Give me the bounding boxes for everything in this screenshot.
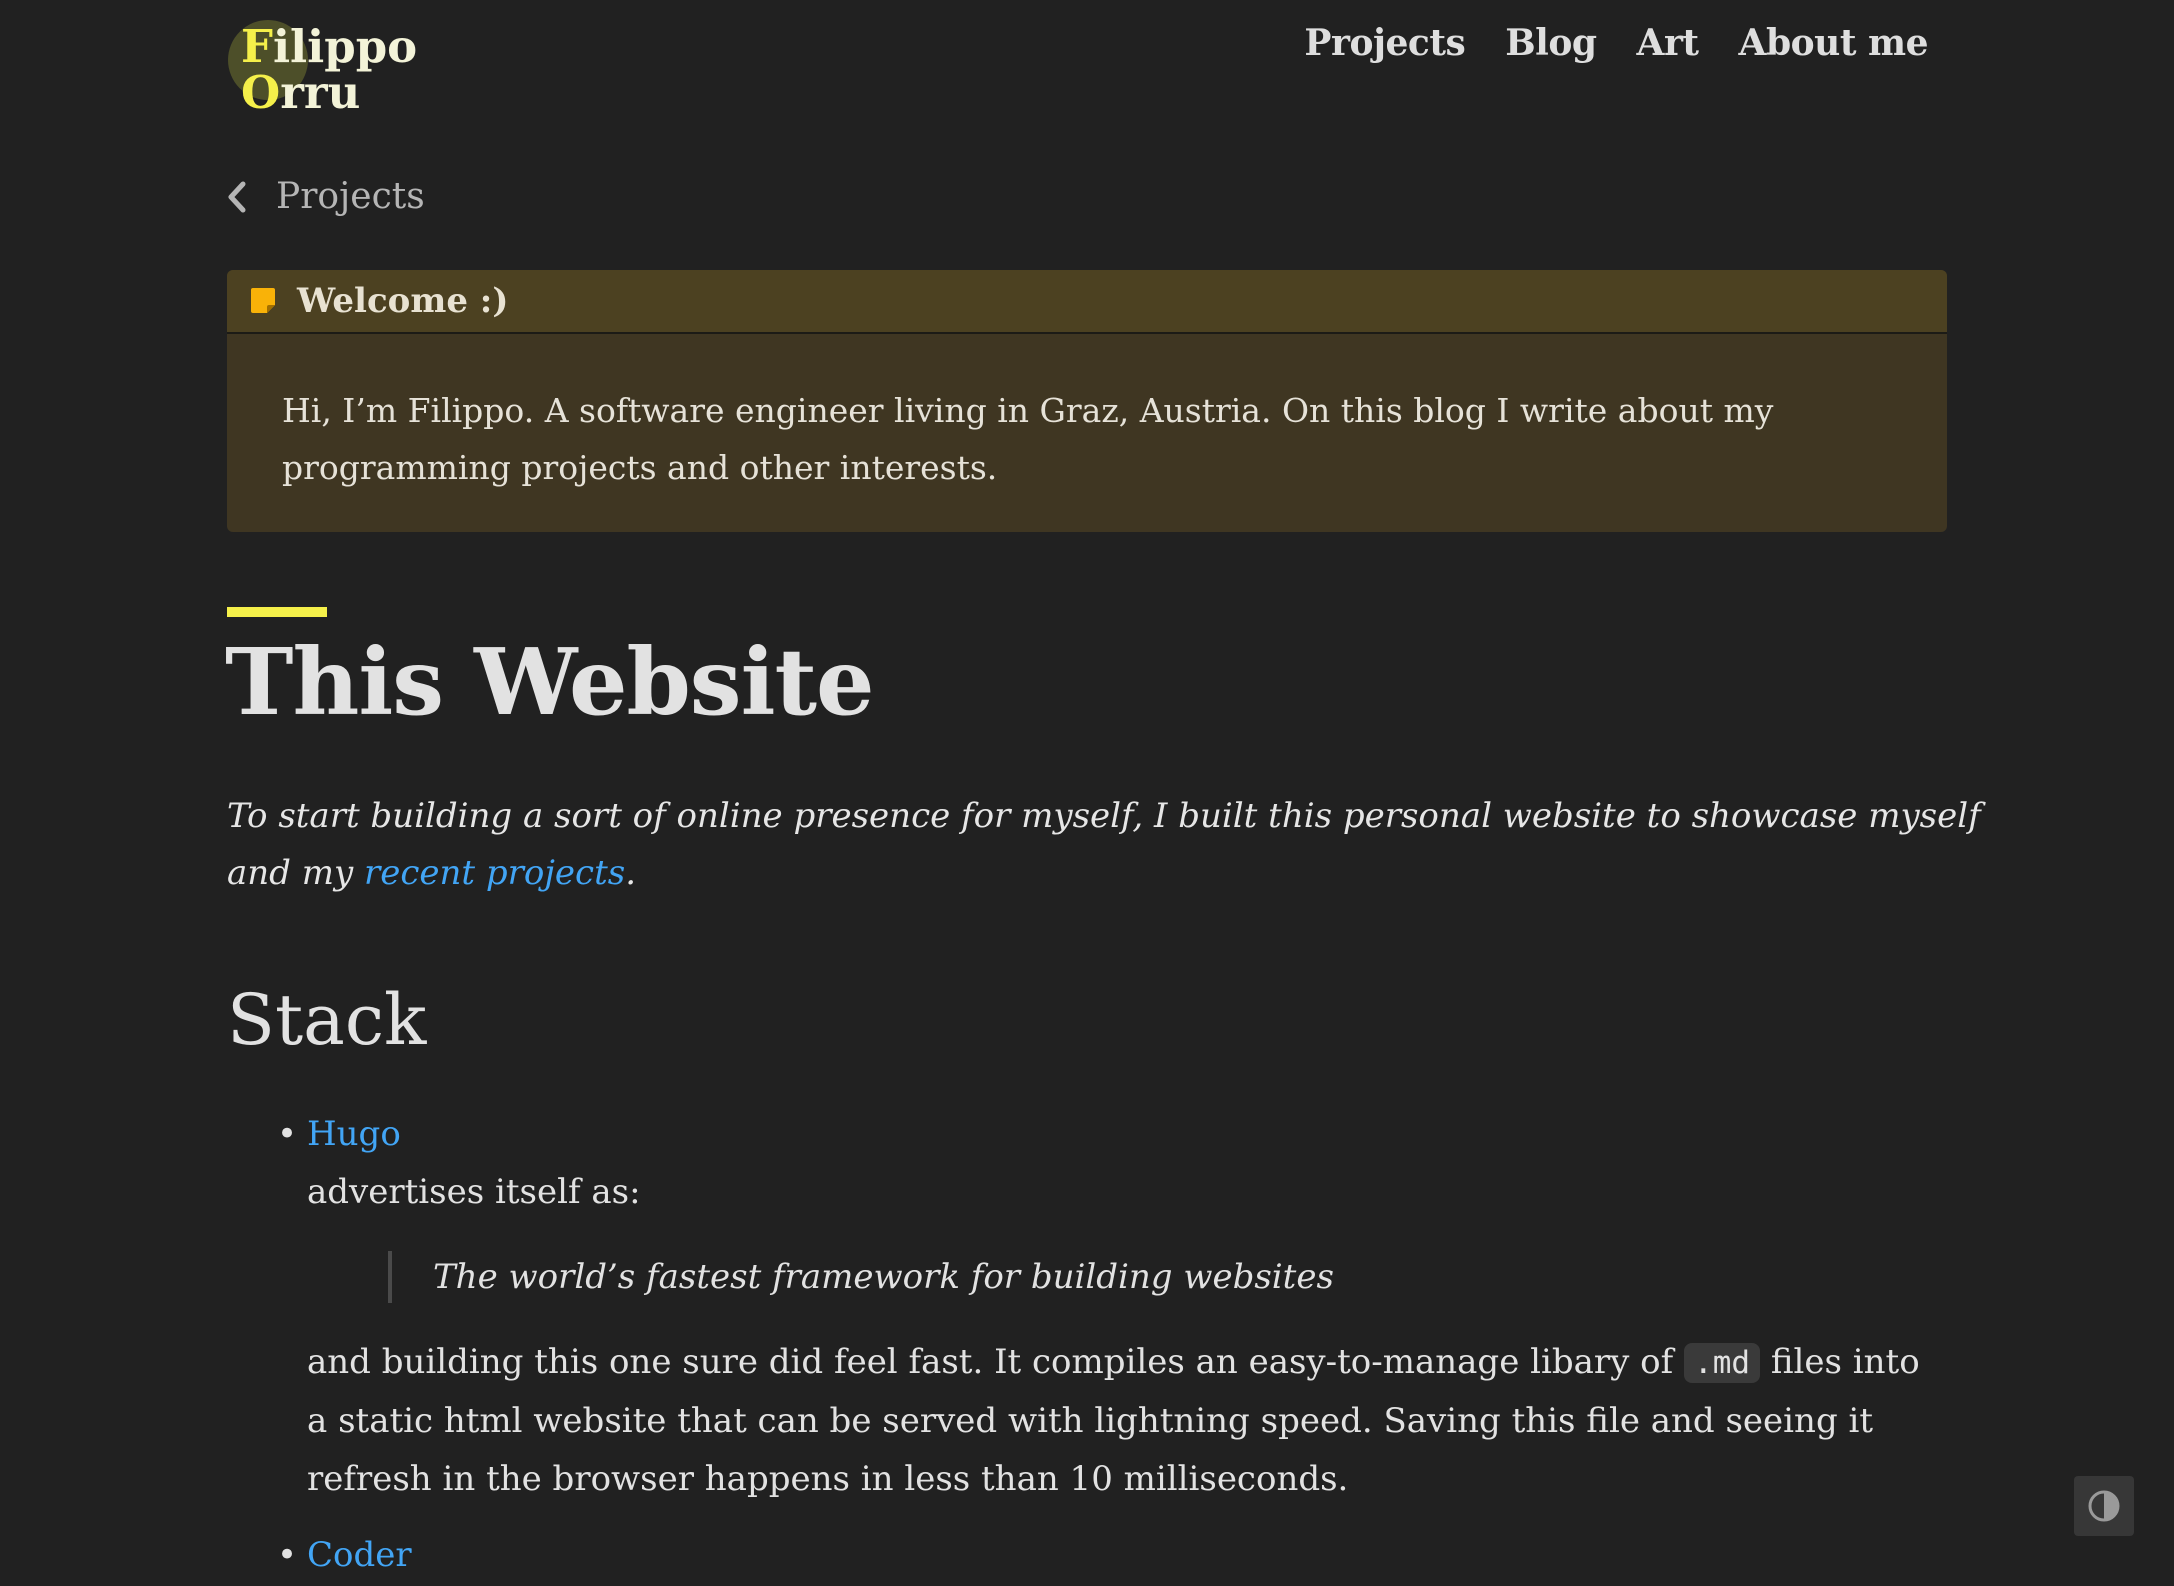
callout-title: Welcome :) [297,281,509,321]
nav-projects[interactable]: Projects [1304,22,1465,64]
welcome-callout: Welcome :) Hi, I’m Filippo. A software e… [227,270,1947,532]
back-label: Projects [276,176,425,217]
title-accent-bar [227,607,327,617]
intro-end: . [625,853,637,893]
page: Filippo Orru Projects Blog Art About me … [0,0,2174,1586]
list-item: • Hugo advertises itself as: The world’s… [227,1105,1947,1508]
recent-projects-link[interactable]: recent projects [364,853,625,893]
nav-about-me[interactable]: About me [1739,22,1929,64]
contrast-icon [2088,1490,2120,1522]
back-to-projects-link[interactable]: Projects [226,176,425,217]
theme-toggle-button[interactable] [2074,1476,2134,1536]
coder-link[interactable]: Coder [307,1535,412,1575]
hugo-link[interactable]: Hugo [307,1114,401,1154]
sticky-note-icon [251,288,275,313]
bullet: • [277,1114,298,1154]
callout-header: Welcome :) [227,270,1947,334]
main-nav: Projects Blog Art About me [1304,22,1928,64]
page-title: This Website [225,628,875,736]
logo-text: Filippo Orru [241,20,418,119]
callout-body: Hi, I’m Filippo. A software engineer liv… [282,391,1774,487]
hugo-text-before-code: and building this one sure did feel fast… [307,1342,1685,1382]
hugo-intro-text: advertises itself as: [307,1172,641,1212]
section-heading-stack: Stack [227,979,427,1061]
intro-paragraph: To start building a sort of online prese… [227,788,1987,902]
blockquote: The world’s fastest framework for buildi… [388,1251,1947,1303]
list-item: • Coder [227,1526,1947,1584]
nav-art[interactable]: Art [1637,22,1700,64]
site-logo[interactable]: Filippo Orru [228,20,428,130]
stack-list: • Hugo advertises itself as: The world’s… [227,1105,1947,1584]
nav-blog[interactable]: Blog [1505,22,1597,64]
bullet: • [277,1535,298,1575]
inline-code: .md [1684,1343,1761,1383]
chevron-left-icon [228,181,246,212]
